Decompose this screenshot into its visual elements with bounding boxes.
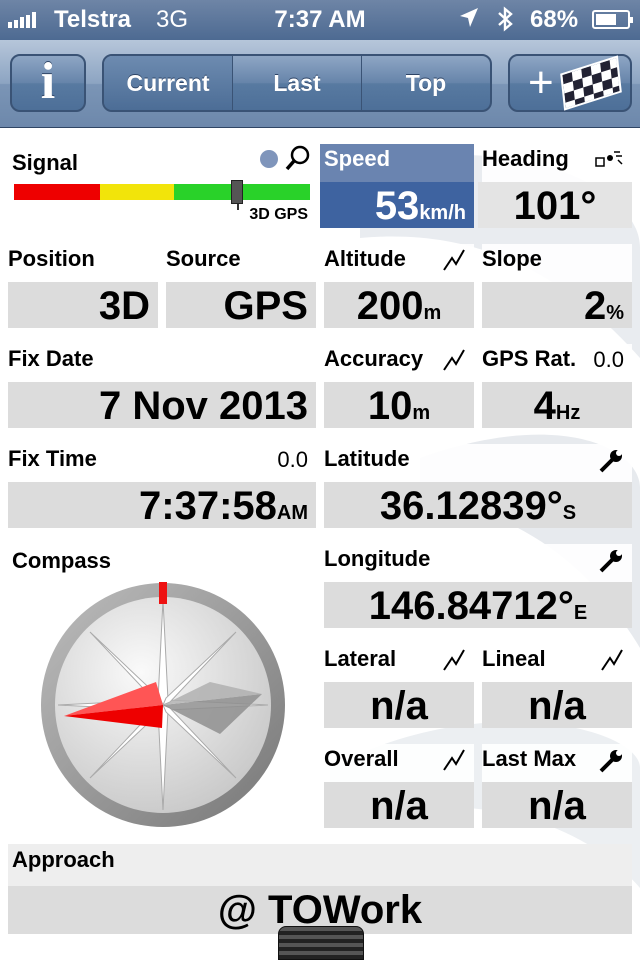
- fix-time-value: 7:37:58AM: [8, 482, 316, 528]
- speed-label: Speed: [320, 144, 474, 182]
- accuracy-panel[interactable]: Accuracy 10m: [320, 340, 474, 432]
- toolbar: i Current Last Top +: [0, 40, 640, 128]
- lateral-value: n/a: [324, 682, 474, 728]
- signal-panel: Signal 3D GPS: [8, 144, 316, 232]
- wrench-icon[interactable]: [598, 448, 624, 479]
- gps-rate-unit: Hz: [555, 402, 581, 424]
- fix-time-label: Fix Time: [8, 444, 316, 482]
- slope-panel[interactable]: Slope 2%: [478, 240, 632, 332]
- fix-time-ampm: AM: [276, 502, 308, 524]
- position-panel[interactable]: Position 3D: [4, 240, 158, 332]
- source-value: GPS: [166, 282, 316, 328]
- speed-panel[interactable]: Speed 53km/h: [320, 140, 474, 232]
- magnifier-icon[interactable]: [284, 144, 312, 179]
- latitude-value: 36.12839°S: [324, 482, 632, 528]
- location-arrow-icon: [458, 6, 480, 37]
- signal-meter: [14, 184, 310, 200]
- slope-label: Slope: [482, 244, 632, 282]
- checkered-flag-icon: [560, 55, 622, 111]
- gps-rate-value: 4Hz: [482, 382, 632, 428]
- info-button[interactable]: i: [10, 54, 86, 112]
- source-label: Source: [166, 244, 316, 282]
- approach-label: Approach: [8, 844, 632, 886]
- speed-value: 53km/h: [320, 182, 474, 228]
- graph-icon[interactable]: [442, 248, 466, 277]
- fix-time-panel[interactable]: Fix Time 0.0 7:37:58AM: [4, 440, 316, 532]
- overall-panel[interactable]: Overall n/a: [320, 740, 474, 832]
- gps-rate-extra: 0.0: [593, 347, 624, 372]
- gps-satellite-icon: [594, 148, 624, 177]
- signal-meter-thumb: [231, 180, 243, 204]
- slope-value: 2%: [482, 282, 632, 328]
- status-bar: Telstra 3G 7:37 AM 68%: [0, 0, 640, 40]
- bluetooth-icon: [496, 6, 514, 39]
- longitude-value: 146.84712°E: [324, 582, 632, 628]
- altitude-panel[interactable]: Altitude 200m: [320, 240, 474, 332]
- lineal-value: n/a: [482, 682, 632, 728]
- accuracy-unit: m: [412, 402, 431, 424]
- slope-unit: %: [606, 302, 624, 324]
- graph-icon[interactable]: [442, 348, 466, 377]
- lineal-panel[interactable]: Lineal n/a: [478, 640, 632, 732]
- graph-icon[interactable]: [442, 748, 466, 777]
- fix-time-number: 7:37:58: [139, 484, 277, 528]
- longitude-label: Longitude: [324, 544, 632, 582]
- speed-number: 53: [374, 184, 420, 228]
- longitude-number: 146.84712°: [368, 584, 574, 628]
- graph-icon[interactable]: [442, 648, 466, 677]
- longitude-panel[interactable]: Longitude 146.84712°E: [320, 540, 632, 632]
- position-label: Position: [8, 244, 158, 282]
- compass-panel[interactable]: Compass: [8, 544, 371, 844]
- slope-number: 2: [583, 284, 607, 328]
- accuracy-number: 10: [367, 384, 413, 428]
- fix-date-label: Fix Date: [8, 344, 316, 382]
- last-max-panel[interactable]: Last Max n/a: [478, 740, 632, 832]
- gps-rate-number: 4: [533, 384, 556, 428]
- wrench-icon[interactable]: [598, 748, 624, 779]
- graph-icon[interactable]: [600, 648, 624, 677]
- segment-last[interactable]: Last: [233, 56, 362, 110]
- plus-icon: +: [528, 58, 554, 107]
- battery-percent: 68%: [530, 6, 579, 33]
- battery-icon: [592, 10, 633, 29]
- segment-top[interactable]: Top: [362, 56, 490, 110]
- last-max-value: n/a: [482, 782, 632, 828]
- drawer-handle[interactable]: [278, 926, 364, 960]
- latitude-hemisphere: S: [562, 502, 577, 524]
- overall-value: n/a: [324, 782, 474, 828]
- view-segmented-control: Current Last Top: [102, 54, 492, 112]
- approach-panel[interactable]: Approach @ TOWork: [8, 844, 632, 934]
- speed-unit: km/h: [419, 202, 466, 224]
- heading-value: 101°: [478, 182, 632, 228]
- segment-current[interactable]: Current: [104, 56, 233, 110]
- latitude-label: Latitude: [324, 444, 632, 482]
- compass-dial: [41, 582, 285, 827]
- latitude-number: 36.12839°: [379, 484, 563, 528]
- heading-panel[interactable]: Heading 101°: [478, 140, 632, 232]
- signal-meter-tick: [237, 204, 239, 210]
- compass-label: Compass: [12, 548, 112, 573]
- wrench-icon[interactable]: [598, 548, 624, 579]
- altitude-unit: m: [423, 302, 442, 324]
- position-value: 3D: [8, 282, 158, 328]
- altitude-number: 200: [356, 284, 424, 328]
- battery-level-fill: [596, 14, 617, 25]
- latitude-panel[interactable]: Latitude 36.12839°S: [320, 440, 632, 532]
- gps-rate-panel[interactable]: GPS Rat. 0.0 4Hz: [478, 340, 632, 432]
- lateral-panel[interactable]: Lateral n/a: [320, 640, 474, 732]
- fix-date-panel[interactable]: Fix Date 7 Nov 2013: [4, 340, 316, 432]
- altitude-value: 200m: [324, 282, 474, 328]
- longitude-hemisphere: E: [573, 602, 588, 624]
- source-panel[interactable]: Source GPS: [162, 240, 316, 332]
- signal-status-text: 3D GPS: [249, 206, 308, 223]
- signal-status-dot-icon: [260, 150, 278, 168]
- accuracy-value: 10m: [324, 382, 474, 428]
- fix-time-extra: 0.0: [277, 447, 308, 472]
- add-checkpoint-button[interactable]: +: [508, 54, 632, 112]
- fix-date-value: 7 Nov 2013: [8, 382, 316, 428]
